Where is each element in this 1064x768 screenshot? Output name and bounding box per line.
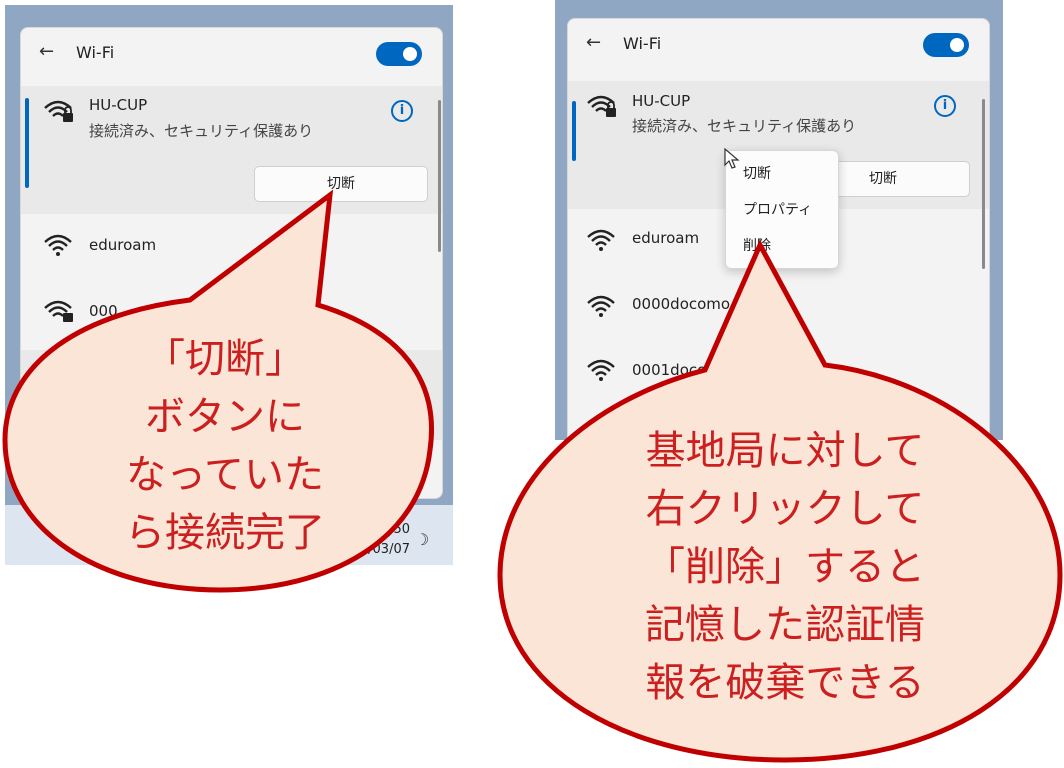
right-callout-text: 基地局に対して 右クリックして 「削除」すると 記憶した認証情 報を破棄できる — [645, 428, 925, 706]
left-callout-text: 「切断」 ボタンに なっていた ら接続完了 — [125, 336, 325, 556]
